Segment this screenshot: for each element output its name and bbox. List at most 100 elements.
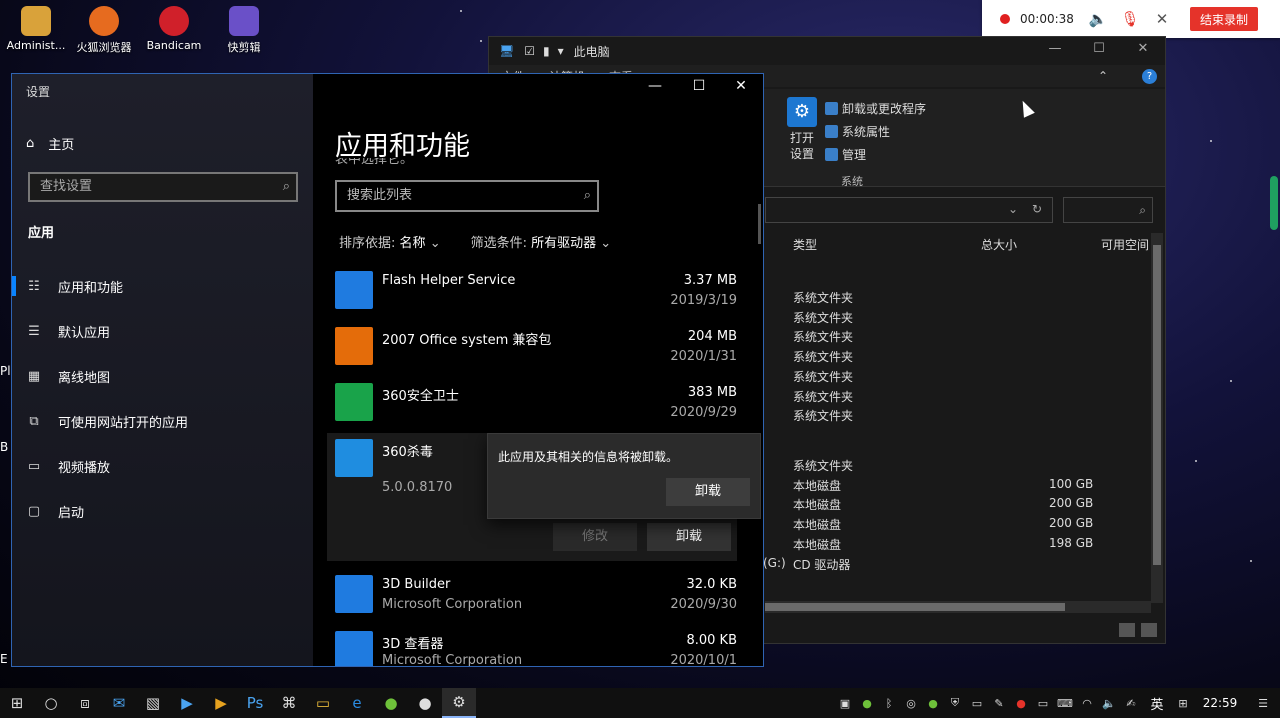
- task-view-icon[interactable]: ⧈: [68, 688, 102, 718]
- table-row[interactable]: 系统文件夹: [767, 348, 1145, 368]
- speaker-icon[interactable]: 🔈: [1082, 10, 1114, 28]
- chevron-down-icon[interactable]: ⌄: [1008, 202, 1018, 216]
- table-row[interactable]: 系统文件夹: [767, 388, 1145, 408]
- close-button[interactable]: ✕: [719, 78, 763, 94]
- minimize-button[interactable]: —: [633, 78, 677, 94]
- tray-app-icon[interactable]: ▣: [834, 688, 856, 718]
- table-row[interactable]: 本地磁盘 200 GB: [767, 516, 1145, 536]
- filter-dropdown[interactable]: 筛选条件: 所有驱动器 ⌄: [471, 232, 612, 251]
- tray-security-icon[interactable]: ●: [922, 688, 944, 718]
- details-view-icon[interactable]: [1119, 623, 1135, 637]
- app-list-item[interactable]: Flash Helper Service 3.37 MB 2019/3/19: [327, 265, 737, 321]
- open-settings-button[interactable]: ⚙ 打开 设置: [785, 97, 819, 162]
- sidebar-item-apps-list[interactable]: ☷ 应用和功能: [12, 266, 313, 306]
- address-bar[interactable]: ⌄ ↻: [765, 197, 1053, 223]
- input-language[interactable]: 英: [1142, 694, 1172, 713]
- media-player-icon[interactable]: ▶: [170, 688, 204, 718]
- table-row[interactable]: 本地磁盘 100 GB: [767, 477, 1145, 497]
- manage-button[interactable]: 管理: [825, 143, 926, 166]
- file-explorer-icon[interactable]: ▭: [306, 688, 340, 718]
- tray-ime-icon[interactable]: ✎: [988, 688, 1010, 718]
- table-row[interactable]: 系统文件夹: [767, 407, 1145, 427]
- uninstall-programs-button[interactable]: 卸载或更改程序: [825, 97, 926, 120]
- white-circle-app-icon[interactable]: ●: [408, 688, 442, 718]
- table-row[interactable]: (G:) CD 驱动器: [763, 556, 1145, 576]
- tray-keyboard-icon[interactable]: ⌨: [1054, 688, 1076, 718]
- uninstall-button[interactable]: 卸载: [647, 523, 731, 551]
- scroll-thumb[interactable]: [765, 603, 1065, 611]
- 360-browser-icon[interactable]: ●: [374, 688, 408, 718]
- sidebar-item-default-apps[interactable]: ☰ 默认应用: [12, 311, 313, 351]
- table-row[interactable]: 本地磁盘 198 GB: [767, 536, 1145, 556]
- maximize-button[interactable]: ☐: [1077, 41, 1121, 56]
- sort-dropdown[interactable]: 排序依据: 名称 ⌄: [339, 232, 441, 251]
- minimize-button[interactable]: —: [1033, 41, 1077, 56]
- scroll-thumb[interactable]: [1153, 245, 1161, 565]
- bluetooth-icon[interactable]: ᛒ: [878, 688, 900, 718]
- app-list-search-input[interactable]: 搜索此列表 ⌕: [335, 180, 599, 212]
- maximize-button[interactable]: ☐: [677, 78, 721, 94]
- clock[interactable]: 22:59: [1194, 696, 1246, 710]
- sidebar-item-video-playback[interactable]: ▭ 视频播放: [12, 446, 313, 486]
- cortana-icon[interactable]: ○: [34, 688, 68, 718]
- chevron-up-icon[interactable]: ⌃: [1098, 69, 1108, 83]
- desktop-icon-kuaijianji[interactable]: 快剪辑: [208, 6, 280, 55]
- column-type[interactable]: 类型: [793, 236, 817, 253]
- explorer-search-input[interactable]: ⌕: [1063, 197, 1153, 223]
- volume-icon[interactable]: 🔈: [1098, 688, 1120, 718]
- tray-record-icon[interactable]: ●: [1010, 688, 1032, 718]
- edge-icon[interactable]: e: [340, 688, 374, 718]
- stop-recording-button[interactable]: 结束录制: [1190, 7, 1259, 31]
- desktop-icon-bandicam[interactable]: Bandicam: [138, 6, 210, 52]
- start-button-windows-icon[interactable]: ⊞: [0, 688, 34, 718]
- notification-center-icon[interactable]: ☰: [1246, 688, 1280, 718]
- pen-icon[interactable]: ✍: [1120, 688, 1142, 718]
- confirm-uninstall-button[interactable]: 卸载: [666, 478, 750, 506]
- column-total-size[interactable]: 总大小: [981, 236, 1017, 253]
- system-properties-button[interactable]: 系统属性: [825, 120, 926, 143]
- terminal-icon[interactable]: ⌘: [272, 688, 306, 718]
- app-list-item[interactable]: 360安全卫士 383 MB 2020/9/29: [327, 377, 737, 433]
- tray-update-icon[interactable]: ◎: [900, 688, 922, 718]
- video-icon[interactable]: ▶: [204, 688, 238, 718]
- desktop-icon-administrator[interactable]: Administ...: [0, 6, 72, 52]
- table-row[interactable]: 本地磁盘 200 GB: [767, 496, 1145, 516]
- wifi-icon[interactable]: ◠: [1076, 688, 1098, 718]
- app-list-item[interactable]: 3D Builder Microsoft Corporation 32.0 KB…: [327, 569, 737, 625]
- scroll-thumb[interactable]: [758, 204, 761, 244]
- close-button[interactable]: ✕: [1121, 41, 1165, 56]
- sidebar-item-offline-maps[interactable]: ▦ 离线地图: [12, 356, 313, 396]
- chevron-down-icon[interactable]: ▾: [558, 44, 564, 58]
- settings-gear-icon[interactable]: ⚙: [442, 688, 476, 718]
- sidebar-item-web-apps[interactable]: ⧉ 可使用网站打开的应用: [12, 401, 313, 441]
- ime-mode-icon[interactable]: ⊞: [1172, 688, 1194, 718]
- mic-muted-icon[interactable]: 🎙: [1114, 10, 1146, 28]
- photoshop-icon[interactable]: Ps: [238, 688, 272, 718]
- app-list-item[interactable]: 2007 Office system 兼容包 204 MB 2020/1/31: [327, 321, 737, 377]
- sidebar-item-home[interactable]: ⌂ 主页: [26, 134, 74, 153]
- large-icons-view-icon[interactable]: [1141, 623, 1157, 637]
- tray-monitor-icon[interactable]: ▭: [966, 688, 988, 718]
- close-icon[interactable]: ✕: [1146, 10, 1178, 28]
- photos-icon[interactable]: ▧: [136, 688, 170, 718]
- refresh-icon[interactable]: ↻: [1032, 202, 1042, 216]
- table-row[interactable]: 系统文件夹: [767, 457, 1145, 477]
- mail-icon[interactable]: ✉: [102, 688, 136, 718]
- horizontal-scrollbar[interactable]: [765, 601, 1151, 613]
- sidebar-item-startup[interactable]: ▢ 启动: [12, 491, 313, 531]
- tray-360-icon[interactable]: ●: [856, 688, 878, 718]
- table-row[interactable]: 系统文件夹: [767, 309, 1145, 329]
- table-row[interactable]: 系统文件夹: [767, 289, 1145, 309]
- help-icon[interactable]: ?: [1142, 68, 1157, 84]
- side-scroll-indicator[interactable]: [1270, 176, 1278, 230]
- tray-display-icon[interactable]: ▭: [1032, 688, 1054, 718]
- table-row[interactable]: 系统文件夹: [767, 328, 1145, 348]
- column-free-space[interactable]: 可用空间: [1101, 236, 1149, 253]
- desktop-icon-firefox[interactable]: 火狐浏览器: [68, 6, 140, 55]
- tray-shield-icon[interactable]: ⛨: [944, 688, 966, 718]
- table-row[interactable]: 系统文件夹: [767, 368, 1145, 388]
- page-icon[interactable]: ▮: [543, 44, 550, 58]
- quick-access-icon[interactable]: ☑: [524, 44, 535, 58]
- settings-search-input[interactable]: 查找设置 ⌕: [28, 172, 298, 202]
- vertical-scrollbar[interactable]: [1151, 233, 1163, 603]
